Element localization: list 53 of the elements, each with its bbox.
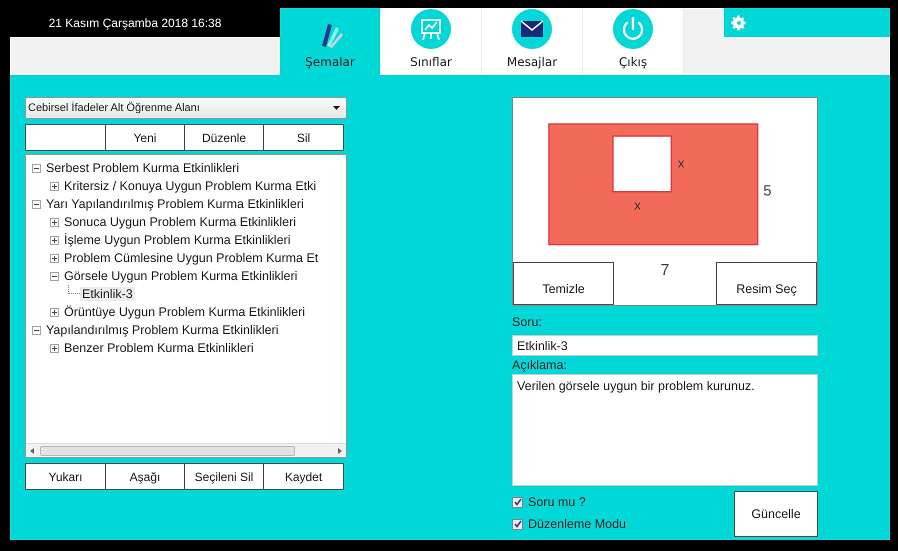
envelope-icon	[512, 9, 552, 49]
action-button[interactable]: Aşağı	[105, 463, 185, 490]
blank-button[interactable]	[25, 124, 106, 151]
expand-icon[interactable]	[50, 344, 59, 352]
checkbox-label: Düzenleme Modu	[528, 517, 626, 531]
tree-item[interactable]: İşleme Uygun Problem Kurma Etkinlikleri	[62, 233, 292, 247]
tree-item[interactable]: Yarı Yapılandırılmış Problem Kurma Etkinlikleri	[44, 197, 306, 211]
collapse-icon[interactable]	[32, 164, 41, 172]
power-icon	[613, 9, 653, 49]
expand-icon[interactable]	[50, 254, 59, 262]
tree-item[interactable]: Yapılandırılmış Problem Kurma Etkinlikleri	[44, 323, 280, 337]
width-label: 7	[660, 262, 670, 281]
collapse-icon[interactable]	[50, 272, 59, 280]
scroll-left-icon[interactable]	[30, 448, 34, 454]
horizontal-scrollbar[interactable]	[26, 443, 346, 457]
checkbox-label: Soru mu ?	[528, 495, 586, 509]
clear-button[interactable]: Temizle	[513, 262, 614, 305]
scroll-right-icon[interactable]	[338, 448, 342, 454]
checkbox[interactable]	[512, 496, 523, 508]
checkbox[interactable]	[512, 518, 523, 530]
choose-image-button[interactable]: Resim Seç	[716, 262, 817, 305]
action-button[interactable]: Kaydet	[263, 463, 344, 490]
tree-item[interactable]: Etkinlik-3	[80, 287, 135, 301]
question-field[interactable]: Etkinlik-3	[512, 335, 818, 356]
expand-icon[interactable]	[50, 308, 59, 316]
expand-icon[interactable]	[50, 182, 59, 190]
date-time: 21 Kasım Çarşamba 2018 16:38	[10, 8, 280, 37]
tree-item[interactable]: Görsele Uygun Problem Kurma Etkinlikleri	[62, 269, 300, 283]
nav-tab[interactable]: Sınıflar	[381, 8, 482, 75]
tree-item[interactable]: Serbest Problem Kurma Etkinlikleri	[44, 161, 242, 175]
nav-tab[interactable]: Çıkış	[583, 8, 684, 75]
action-button[interactable]: Seçileni Sil	[184, 463, 264, 490]
collapse-icon[interactable]	[32, 326, 41, 334]
area-dropdown[interactable]: Cebirsel İfadeler Alt Öğrenme Alanı	[25, 97, 347, 119]
expand-icon[interactable]	[50, 236, 59, 244]
tree-item[interactable]: Problem Cümlesine Uygun Problem Kurma Et	[62, 251, 320, 265]
toolbar-button[interactable]: Sil	[263, 124, 344, 151]
tree-item[interactable]: Sonuca Uygun Problem Kurma Etkinlikleri	[62, 215, 298, 229]
nav-tab[interactable]: Mesajlar	[482, 8, 583, 75]
description-label: Açıklama:	[512, 358, 568, 372]
action-button[interactable]: Yukarı	[25, 463, 106, 490]
tree-item[interactable]: Benzer Problem Kurma Etkinlikleri	[62, 341, 256, 355]
description-field[interactable]: Verilen görsele uygun bir problem kurunuz.	[512, 374, 818, 486]
tree-item[interactable]: Örüntüye Uygun Problem Kurma Etkinlikleri	[62, 305, 308, 319]
update-button[interactable]: Güncelle	[734, 491, 818, 537]
tree-item[interactable]: Kritersiz / Konuya Uygun Problem Kurma Etki	[62, 179, 318, 193]
expand-icon[interactable]	[50, 218, 59, 226]
question-label: Soru:	[512, 315, 543, 329]
collapse-icon[interactable]	[32, 200, 41, 208]
easel-icon	[411, 9, 451, 49]
toolbar-button[interactable]: Düzenle	[184, 124, 264, 151]
dropdown-arrow-icon	[333, 106, 340, 110]
toolbar-button[interactable]: Yeni	[105, 124, 185, 151]
